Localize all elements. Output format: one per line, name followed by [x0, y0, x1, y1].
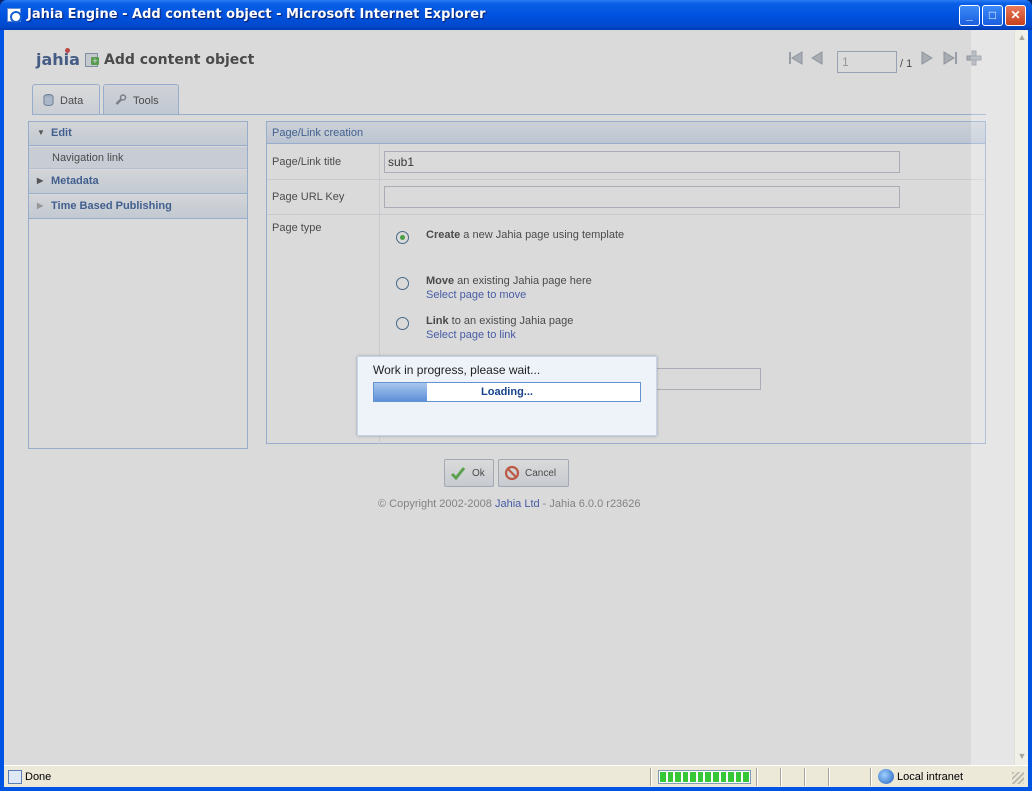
progress-segment: [713, 772, 719, 782]
progress-segment: [690, 772, 696, 782]
progress-segment: [720, 772, 727, 782]
page-status-icon: [8, 770, 22, 784]
progress-segment: [660, 772, 666, 782]
status-text: Done: [25, 771, 52, 783]
status-progress-fill: [660, 772, 749, 782]
browser-window: Jahia Engine - Add content object - Micr…: [0, 0, 1032, 791]
progress-dialog: Work in progress, please wait... Loading…: [357, 356, 657, 436]
status-separator: [870, 768, 872, 786]
resize-grip[interactable]: [1012, 772, 1024, 784]
progress-segment: [697, 772, 704, 782]
scroll-down-icon[interactable]: ▼: [1016, 749, 1028, 763]
security-zone: Local intranet: [897, 771, 964, 783]
title-bar[interactable]: Jahia Engine - Add content object - Micr…: [0, 0, 1032, 30]
status-progress: [658, 770, 751, 784]
progress-message: Work in progress, please wait...: [373, 363, 541, 377]
minimize-button[interactable]: _: [959, 5, 980, 26]
window-title: Jahia Engine - Add content object - Micr…: [27, 7, 486, 22]
status-separator: [780, 768, 782, 786]
status-separator: [828, 768, 830, 786]
ie-page-icon: [7, 8, 22, 23]
progress-segment: [743, 772, 749, 782]
status-separator: [804, 768, 806, 786]
progress-segment: [682, 772, 689, 782]
browser-content: jahia Add content object 1 / 1: [4, 30, 1028, 765]
local-intranet-icon: [878, 769, 894, 784]
maximize-button[interactable]: □: [982, 5, 1003, 26]
progress-label: Loading...: [481, 386, 533, 398]
status-separator: [756, 768, 758, 786]
close-button[interactable]: ✕: [1005, 5, 1026, 26]
vertical-scrollbar[interactable]: ▲ ▼: [1014, 30, 1028, 765]
progress-segment: [735, 772, 742, 782]
status-bar: Done Local intranet: [4, 765, 1028, 787]
progress-segment: [728, 772, 734, 782]
status-separator: [650, 768, 652, 786]
scroll-up-icon[interactable]: ▲: [1016, 30, 1028, 44]
side-mask: [971, 30, 1014, 765]
progress-segment: [705, 772, 712, 782]
engine-page: jahia Add content object 1 / 1: [4, 30, 986, 765]
progress-segment: [667, 772, 674, 782]
progress-segment: [675, 772, 681, 782]
progress-bar: Loading...: [373, 382, 641, 402]
